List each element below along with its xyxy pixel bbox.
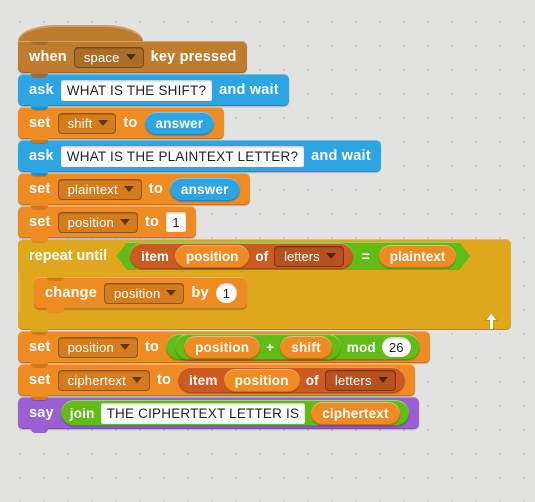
- change-label: change: [45, 285, 97, 301]
- variable-dropdown-value: plaintext: [67, 181, 118, 197]
- list-dropdown-value: letters: [284, 248, 320, 264]
- set-label: set: [29, 115, 51, 131]
- variable-dropdown-position[interactable]: position: [57, 211, 138, 233]
- item-label: item: [189, 372, 218, 388]
- chevron-down-icon: [123, 186, 134, 192]
- reporter-answer[interactable]: answer: [144, 111, 215, 135]
- chevron-down-icon: [119, 344, 130, 350]
- block-set-shift[interactable]: set shift to answer: [18, 107, 225, 143]
- modulus-input[interactable]: 26: [381, 337, 411, 357]
- reporter-position[interactable]: position: [184, 335, 261, 359]
- set-label: set: [29, 339, 51, 355]
- block-set-ciphertext[interactable]: set ciphertext to item position of lette…: [18, 364, 415, 400]
- ask-plaintext-input[interactable]: WHAT IS THE PLAINTEXT LETTER?: [60, 145, 305, 167]
- set-label: set: [29, 372, 51, 388]
- variable-dropdown-value: position: [67, 214, 114, 230]
- script-stack: when space key pressed ask WHAT IS THE S…: [18, 25, 511, 433]
- by-label: by: [191, 285, 209, 301]
- chevron-down-icon: [166, 290, 177, 296]
- block-set-position-mod[interactable]: set position to position + shift mod 26: [18, 331, 430, 367]
- mod-label: mod: [346, 339, 376, 355]
- join-text-input[interactable]: THE CIPHERTEXT LETTER IS: [100, 402, 306, 424]
- when-label: when: [29, 49, 67, 65]
- list-dropdown-letters[interactable]: letters: [324, 369, 396, 391]
- chevron-down-icon: [125, 54, 136, 60]
- equals-operator-label: =: [361, 248, 370, 264]
- block-ask-plaintext[interactable]: ask WHAT IS THE PLAINTEXT LETTER? and wa…: [18, 140, 381, 176]
- set-label: set: [29, 181, 51, 197]
- chevron-down-icon: [377, 377, 388, 383]
- chevron-down-icon: [326, 253, 336, 259]
- chevron-down-icon: [119, 219, 130, 225]
- variable-dropdown-shift[interactable]: shift: [57, 112, 117, 134]
- key-pressed-label: key pressed: [150, 49, 237, 65]
- position-value-input[interactable]: 1: [166, 212, 187, 232]
- repeat-until-header[interactable]: repeat until item position of letters = …: [18, 239, 511, 273]
- block-ask-shift[interactable]: ask WHAT IS THE SHIFT? and wait: [18, 74, 289, 110]
- reporter-position[interactable]: position: [223, 368, 300, 392]
- key-dropdown[interactable]: space: [73, 46, 144, 68]
- to-label: to: [144, 339, 160, 355]
- variable-dropdown-value: position: [67, 339, 114, 355]
- block-when-key-pressed[interactable]: when space key pressed: [18, 25, 247, 77]
- key-dropdown-value: space: [83, 49, 120, 65]
- operator-add[interactable]: position + shift: [175, 334, 341, 360]
- change-amount-input[interactable]: 1: [215, 283, 238, 303]
- reporter-position[interactable]: position: [175, 245, 250, 268]
- reporter-item-of-list[interactable]: item position of letters: [178, 367, 405, 393]
- say-label: say: [29, 405, 54, 421]
- variable-dropdown-position[interactable]: position: [103, 282, 185, 304]
- reporter-plaintext[interactable]: plaintext: [379, 245, 457, 268]
- reporter-answer[interactable]: answer: [169, 177, 240, 201]
- join-label: join: [69, 405, 95, 421]
- and-wait-label: and wait: [219, 82, 279, 98]
- chevron-down-icon: [131, 377, 142, 383]
- ask-label: ask: [29, 148, 54, 164]
- set-label: set: [29, 214, 51, 230]
- to-label: to: [148, 181, 163, 197]
- block-set-position-one[interactable]: set position to 1: [18, 206, 197, 242]
- variable-dropdown-position[interactable]: position: [57, 336, 138, 358]
- hat-block-top: [18, 25, 143, 41]
- item-label: item: [141, 248, 169, 264]
- when-key-pressed-row[interactable]: when space key pressed: [18, 41, 247, 77]
- of-label: of: [255, 248, 269, 264]
- variable-dropdown-value: ciphertext: [67, 372, 126, 388]
- ask-label: ask: [29, 82, 54, 98]
- operator-join[interactable]: join THE CIPHERTEXT LETTER IS ciphertext: [60, 400, 409, 426]
- block-change-position[interactable]: change position by 1: [34, 277, 248, 313]
- list-dropdown-value: letters: [334, 372, 372, 388]
- to-label: to: [123, 115, 138, 131]
- ask-shift-input[interactable]: WHAT IS THE SHIFT?: [60, 79, 213, 101]
- variable-dropdown-value: shift: [67, 115, 93, 131]
- list-dropdown-letters[interactable]: letters: [274, 246, 343, 267]
- block-repeat-until[interactable]: repeat until item position of letters = …: [18, 239, 511, 334]
- block-say[interactable]: say join THE CIPHERTEXT LETTER IS cipher…: [18, 397, 419, 433]
- reporter-shift[interactable]: shift: [280, 335, 332, 359]
- chevron-down-icon: [98, 120, 109, 126]
- reporter-item-of-list[interactable]: item position of letters: [130, 243, 352, 269]
- reporter-ciphertext[interactable]: ciphertext: [311, 401, 400, 425]
- boolean-equals[interactable]: item position of letters = plaintext: [116, 242, 470, 270]
- variable-dropdown-plaintext[interactable]: plaintext: [57, 178, 142, 200]
- block-set-plaintext[interactable]: set plaintext to answer: [18, 173, 250, 209]
- of-label: of: [305, 372, 319, 388]
- to-label: to: [156, 372, 172, 388]
- and-wait-label: and wait: [311, 148, 371, 164]
- repeat-until-footer: [18, 313, 511, 334]
- variable-dropdown-ciphertext[interactable]: ciphertext: [57, 369, 150, 391]
- repeat-until-label: repeat until: [29, 248, 108, 264]
- to-label: to: [144, 214, 160, 230]
- loop-arrow-icon: [484, 314, 499, 329]
- repeat-until-body: change position by 1: [18, 273, 511, 313]
- variable-dropdown-value: position: [113, 285, 161, 301]
- plus-operator-label: +: [266, 339, 275, 355]
- operator-mod[interactable]: position + shift mod 26: [166, 334, 420, 360]
